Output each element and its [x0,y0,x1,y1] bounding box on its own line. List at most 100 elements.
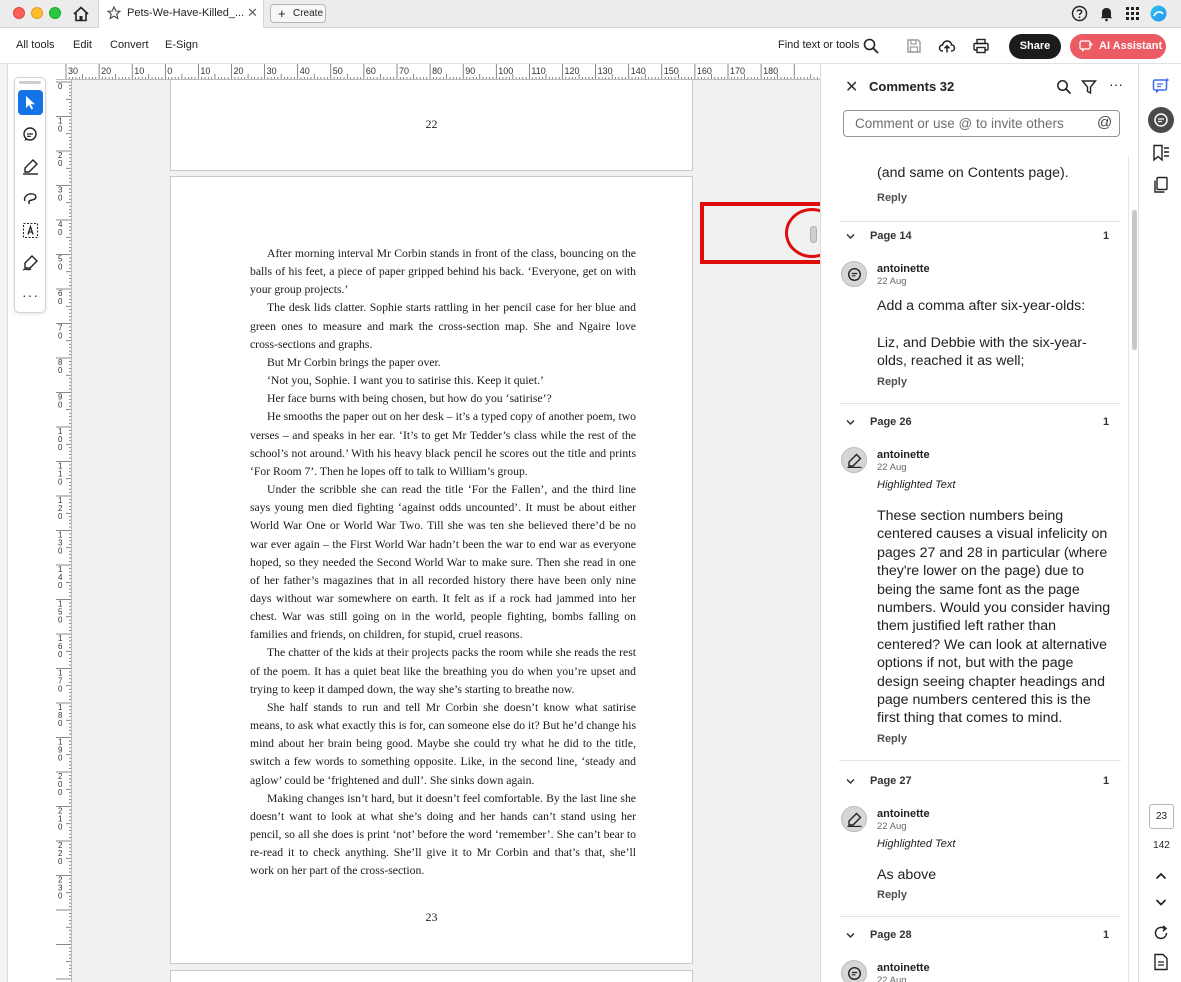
comment-text-line: Add a comma after six-year-olds: [877,298,1086,314]
comment-text-line: Liz, and Debbie with the six-year- [877,334,1087,351]
tool-palette: ··· [14,77,46,313]
reply-link[interactable]: Reply [877,889,907,901]
minimize-window-button[interactable] [31,7,43,19]
close-window-button[interactable] [13,7,25,19]
search-icon[interactable] [862,37,880,55]
comment-text-line: they're lower on the page) due to [877,563,1084,580]
comment-type: Highlighted Text [877,838,956,850]
help-icon[interactable] [1071,5,1088,22]
highlight-tool[interactable] [18,154,43,179]
ruler-label: 0 [58,297,63,306]
current-page-field[interactable]: 23 [1149,804,1174,829]
next-page-icon[interactable] [1151,892,1171,912]
page-group-header[interactable]: Page 14 1 [821,228,1138,248]
ruler-label: 160 [697,66,712,76]
chevron-down-icon[interactable] [845,417,856,428]
ruler-label: 20 [101,66,111,76]
ruler-label: 0 [58,228,63,237]
reply-link[interactable]: Reply [877,376,907,388]
rotate-icon[interactable] [1151,923,1171,943]
page-group-header[interactable]: Page 26 1 [821,414,1138,434]
text-box-tool[interactable] [18,218,43,243]
previous-page-icon[interactable] [1151,866,1171,886]
ruler-label: 0 [58,547,63,556]
save-icon[interactable] [905,37,923,55]
comment-date: 22 Aug [877,462,907,473]
find-text-or-tools[interactable]: Find text or tools [778,39,859,51]
comment-divider [839,916,1121,918]
page-thumbnails-icon[interactable] [1151,175,1171,195]
mention-icon[interactable]: @ [1097,114,1112,131]
menu-all-tools[interactable]: All tools [16,39,55,51]
bookmarks-icon[interactable] [1151,143,1171,163]
ruler-label: 90 [465,66,475,76]
zoom-window-button[interactable] [49,7,61,19]
chevron-down-icon[interactable] [845,930,856,941]
comment-divider [839,759,1121,761]
select-tool[interactable] [18,90,43,115]
ruler-label: 10 [134,66,144,76]
ruler-label: 0 [58,581,63,590]
search-comments-icon[interactable] [1056,79,1072,95]
comment-input[interactable]: Comment or use @ to invite others @ [843,110,1120,137]
create-button[interactable]: + Create [270,4,326,23]
print-icon[interactable] [972,37,990,55]
comments-list[interactable]: (and same on Contents page). Reply Page … [821,64,1138,982]
close-panel-icon[interactable]: ✕ [845,77,858,97]
chevron-down-icon[interactable] [845,231,856,242]
page-group-count: 1 [1103,929,1110,941]
home-icon[interactable] [72,5,90,23]
ruler-label: 0 [58,263,63,272]
close-tab-icon[interactable]: ✕ [247,5,258,21]
apps-grid-icon[interactable] [1124,5,1141,22]
comments-header: ✕ Comments 32 ··· [821,64,1138,110]
draw-tool[interactable] [18,186,43,211]
comment-text-line: centered? We can look at alternative [877,636,1108,653]
comments-scroll-track [1128,156,1129,982]
document-tab[interactable]: Pets-We-Have-Killed_... ✕ [98,0,264,28]
ruler-label: 0 [58,685,63,694]
ruler-label: 150 [664,66,679,76]
ruler-label: 0 [58,159,63,168]
palette-drag-handle[interactable] [19,81,41,84]
comment-date: 22 Aug [877,975,907,982]
paragraph: But Mr Corbin brings the paper over. [267,355,441,369]
page-22: 22 [170,80,693,171]
chevron-down-icon[interactable] [845,776,856,787]
comments-scrollbar[interactable] [1132,210,1137,350]
comment-plus-icon [23,127,37,141]
comment-input-placeholder: Comment or use @ to invite others [855,116,1064,131]
comments-icon [1154,113,1168,127]
page-group-header[interactable]: Page 27 1 [821,773,1138,793]
share-button[interactable]: Share [1009,34,1061,59]
paragraph: ‘Not you, Sophie. I want you to satirise… [267,374,544,388]
filter-icon[interactable] [1081,79,1097,95]
star-icon[interactable] [107,6,121,20]
more-tools-icon[interactable]: ··· [18,287,43,303]
ruler-label: 0 [58,754,63,763]
comment-tool[interactable] [18,122,43,147]
ai-assistant-button[interactable]: AI Assistant [1070,34,1166,59]
menu-convert[interactable]: Convert [110,39,149,51]
menu-edit[interactable]: Edit [73,39,92,51]
ruler-label: 0 [58,788,63,797]
reply-link[interactable]: Reply [877,733,907,745]
page-24 [170,970,693,982]
comment-text-line: them justified left rather than [877,618,1057,635]
sticky-note-icon [847,267,862,282]
menu-e-sign[interactable]: E-Sign [165,39,198,51]
ai-assistant-label: AI Assistant [1099,40,1163,52]
account-avatar-icon[interactable] [1150,5,1167,22]
reply-link[interactable]: Reply [877,192,907,204]
comments-rail-button[interactable] [1148,107,1174,133]
page-group-label: Page 14 [870,230,912,242]
page-group-header[interactable]: Page 28 1 [821,927,1138,947]
ruler-label: 130 [598,66,613,76]
comment-text-line: As above [877,867,937,883]
cloud-upload-icon[interactable] [938,37,956,55]
sign-tool[interactable] [18,250,43,275]
page-display-icon[interactable] [1151,952,1171,972]
bell-icon[interactable] [1098,5,1115,22]
more-options-icon[interactable]: ··· [1109,76,1125,92]
ai-chat-icon[interactable] [1151,76,1171,96]
